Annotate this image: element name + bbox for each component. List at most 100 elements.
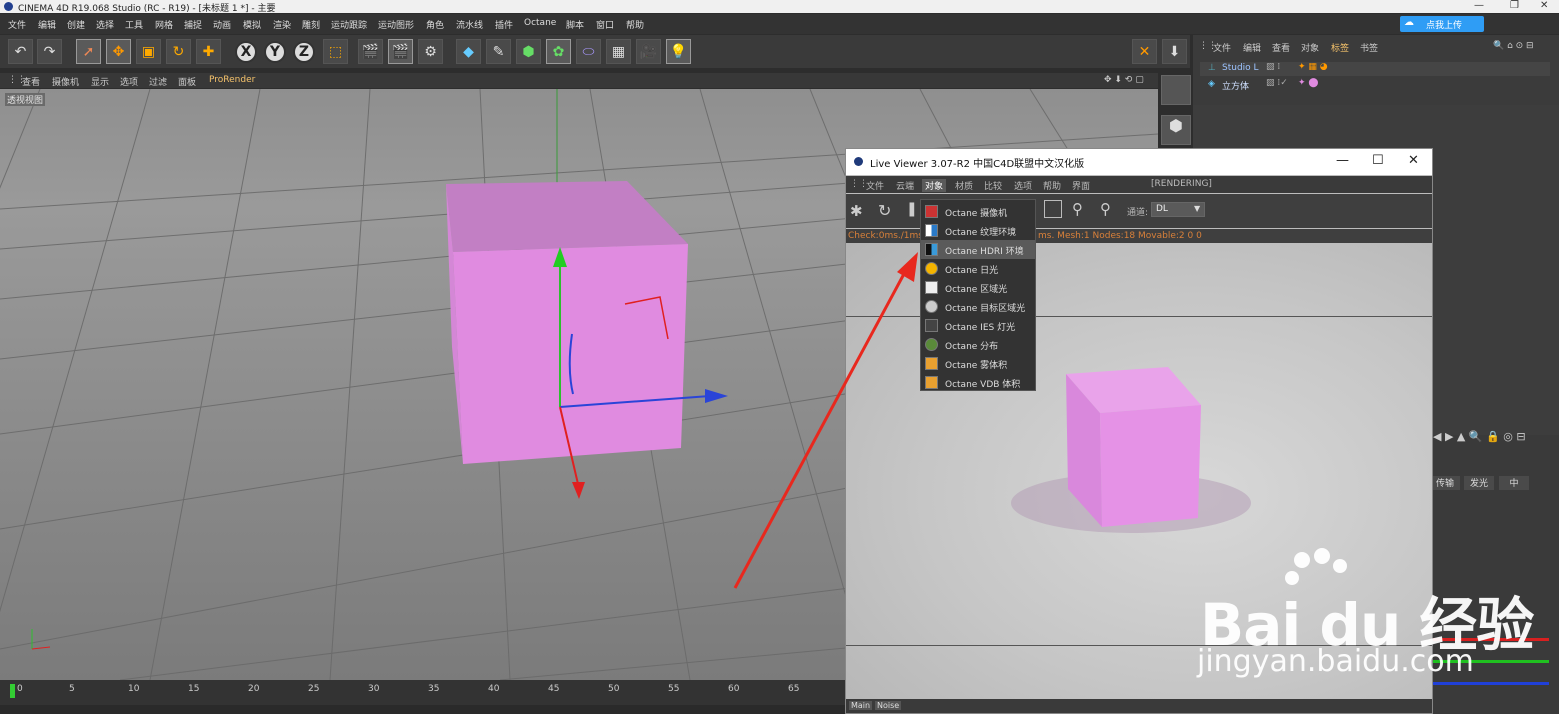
- menu-mograph[interactable]: 运动图形: [378, 18, 414, 31]
- lv-menu-interface[interactable]: 界面: [1072, 179, 1090, 192]
- attr-button-transmission[interactable]: 传输: [1430, 476, 1460, 490]
- dd-item-fog-volume[interactable]: Octane 雾体积: [921, 354, 1035, 373]
- minimize-icon[interactable]: —: [1474, 0, 1484, 11]
- object-row-studio[interactable]: ⊥ Studio L ▨ ⁞ ✦ ▦ ◕: [1200, 62, 1550, 76]
- viewport-menu-display[interactable]: 显示: [91, 75, 109, 88]
- light-button[interactable]: 💡: [666, 39, 691, 64]
- menu-help[interactable]: 帮助: [626, 18, 644, 31]
- menu-select[interactable]: 选择: [96, 18, 114, 31]
- menu-sculpt[interactable]: 雕刻: [302, 18, 320, 31]
- lv-menu-options[interactable]: 选项: [1014, 179, 1032, 192]
- viewport-menu-view[interactable]: 查看: [22, 75, 40, 88]
- visibility-check-icon[interactable]: ▨ ⁞✓: [1266, 78, 1288, 88]
- deformer-button[interactable]: ⬭: [576, 39, 601, 64]
- lv-menu-file[interactable]: 文件: [866, 179, 884, 192]
- dd-item-scatter[interactable]: Octane 分布: [921, 335, 1035, 354]
- lv-minimize-icon[interactable]: —: [1336, 153, 1349, 168]
- dd-item-daylight[interactable]: Octane 日光: [921, 259, 1035, 278]
- menu-motion-tracking[interactable]: 运动跟踪: [331, 18, 367, 31]
- lv-region-icon[interactable]: [1044, 200, 1062, 218]
- redo-button[interactable]: ↷: [37, 39, 62, 64]
- side-tool-sphere[interactable]: [1161, 75, 1191, 105]
- attr-nav-icons[interactable]: ◀ ▶ ▲ 🔍 🔒 ◎ ⊟: [1433, 430, 1526, 443]
- render-picture-viewer-button[interactable]: 🎬: [388, 39, 413, 64]
- cube-button[interactable]: ◆: [456, 39, 481, 64]
- restore-icon[interactable]: ❐: [1510, 0, 1519, 11]
- menu-create[interactable]: 创建: [67, 18, 85, 31]
- menu-simulate[interactable]: 模拟: [243, 18, 261, 31]
- camera-button[interactable]: 🎥: [636, 39, 661, 64]
- attr-button-medium[interactable]: 中: [1499, 476, 1529, 490]
- menu-render[interactable]: 渲染: [273, 18, 291, 31]
- viewport-menu-camera[interactable]: 摄像机: [52, 75, 79, 88]
- lv-close-icon[interactable]: ✕: [1408, 153, 1419, 168]
- layout-button[interactable]: ✕: [1132, 39, 1157, 64]
- menu-mesh[interactable]: 网格: [155, 18, 173, 31]
- lv-menu-help[interactable]: 帮助: [1043, 179, 1061, 192]
- material-tag-icon[interactable]: ✦ ⬤: [1298, 78, 1318, 88]
- x-axis-button[interactable]: X: [235, 41, 257, 63]
- lv-menu-compare[interactable]: 比较: [984, 179, 1002, 192]
- menu-edit[interactable]: 编辑: [38, 18, 56, 31]
- dd-item-target-area-light[interactable]: Octane 目标区域光: [921, 297, 1035, 316]
- last-tool-button[interactable]: ✚: [196, 39, 221, 64]
- lv-pick-focus-icon[interactable]: ⚲: [1072, 200, 1083, 218]
- side-tool-cube[interactable]: ⬢: [1161, 115, 1191, 145]
- menu-tools[interactable]: 工具: [125, 18, 143, 31]
- lv-restart-icon[interactable]: ↻: [878, 201, 891, 220]
- subdivision-button[interactable]: ⬢: [516, 39, 541, 64]
- dd-item-octane-camera[interactable]: Octane 摄像机: [921, 202, 1035, 221]
- lv-send-scene-icon[interactable]: ✱: [850, 202, 863, 220]
- object-row-cube[interactable]: ◈ 立方体 ▨ ⁞✓ ✦ ⬤: [1200, 78, 1550, 92]
- z-axis-button[interactable]: Z: [293, 41, 315, 63]
- dd-item-vdb-volume[interactable]: Octane VDB 体积: [921, 373, 1035, 392]
- viewport-nav-icons[interactable]: ✥ ⬇ ⟲ ▢: [1104, 75, 1144, 85]
- menu-plugins[interactable]: 插件: [495, 18, 513, 31]
- menu-script[interactable]: 脚本: [566, 18, 584, 31]
- attr-button-emission[interactable]: 发光: [1464, 476, 1494, 490]
- lv-pick-material-icon[interactable]: ⚲: [1100, 200, 1111, 218]
- menu-character[interactable]: 角色: [426, 18, 444, 31]
- blue-slider[interactable]: [1433, 682, 1549, 685]
- viewport-menu-filter[interactable]: 过滤: [149, 75, 167, 88]
- viewport-menu-options[interactable]: 选项: [120, 75, 138, 88]
- rotate-tool-button[interactable]: ↻: [166, 39, 191, 64]
- menu-file[interactable]: 文件: [8, 18, 26, 31]
- dd-item-texture-env[interactable]: Octane 纹理环境: [921, 221, 1035, 240]
- playhead[interactable]: [10, 684, 15, 698]
- dd-item-ies-light[interactable]: Octane IES 灯光: [921, 316, 1035, 335]
- upload-badge[interactable]: ☁ 点我上传: [1400, 16, 1484, 32]
- om-menu-file[interactable]: 文件: [1213, 41, 1231, 54]
- coord-system-button[interactable]: ⬚: [323, 39, 348, 64]
- pen-button[interactable]: ✎: [486, 39, 511, 64]
- lv-maximize-icon[interactable]: ☐: [1372, 153, 1384, 168]
- undo-button[interactable]: ↶: [8, 39, 33, 64]
- tag-icons[interactable]: ✦ ▦ ◕: [1298, 62, 1328, 72]
- lv-tab-noise[interactable]: Noise: [875, 701, 902, 710]
- om-tool-icons[interactable]: 🔍 ⌂ ⊙ ⊟: [1493, 41, 1534, 51]
- scale-tool-button[interactable]: ▣: [136, 39, 161, 64]
- lv-tab-main[interactable]: Main: [849, 701, 873, 710]
- move-tool-button[interactable]: ✥: [106, 39, 131, 64]
- render-view-button[interactable]: 🎬: [358, 39, 383, 64]
- menu-animate[interactable]: 动画: [213, 18, 231, 31]
- lv-menu-materials[interactable]: 材质: [955, 179, 973, 192]
- dd-item-hdri-env[interactable]: Octane HDRI 环境: [921, 240, 1035, 259]
- dd-item-area-light[interactable]: Octane 区域光: [921, 278, 1035, 297]
- om-menu-edit[interactable]: 编辑: [1243, 41, 1261, 54]
- om-menu-object[interactable]: 对象: [1301, 41, 1319, 54]
- close-icon[interactable]: ✕: [1540, 0, 1548, 11]
- y-axis-button[interactable]: Y: [264, 41, 286, 63]
- menu-pipeline[interactable]: 流水线: [456, 18, 483, 31]
- viewport-menu-panel[interactable]: 面板: [178, 75, 196, 88]
- cloner-button[interactable]: ✿: [546, 39, 571, 64]
- lv-menu-cloud[interactable]: 云端: [896, 179, 914, 192]
- menu-window[interactable]: 窗口: [596, 18, 614, 31]
- select-tool-button[interactable]: ➚: [76, 39, 101, 64]
- timeline[interactable]: 0 5 10 15 20 25 30 35 40 45 50 55 60 65: [0, 680, 845, 705]
- lv-menu-objects[interactable]: 对象: [922, 179, 947, 192]
- viewport-menu-prorender[interactable]: ProRender: [209, 75, 255, 85]
- render-settings-button[interactable]: ⚙: [418, 39, 443, 64]
- om-menu-view[interactable]: 查看: [1272, 41, 1290, 54]
- visibility-icon[interactable]: ▨ ⁞: [1266, 62, 1280, 72]
